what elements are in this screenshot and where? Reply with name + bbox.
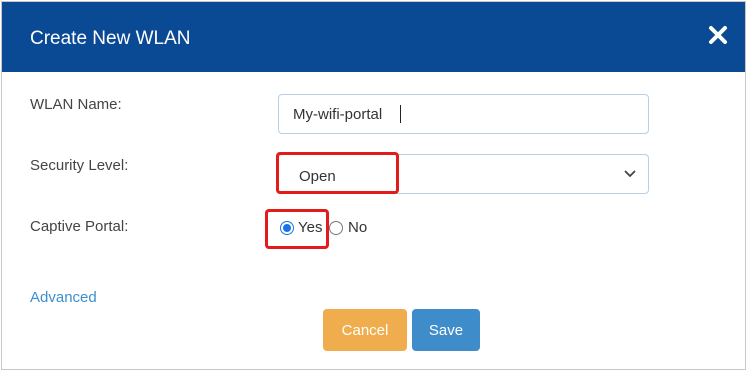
wlan-name-label: WLAN Name: bbox=[30, 96, 122, 113]
wlan-name-value: My-wifi-portal bbox=[293, 106, 383, 123]
text-cursor bbox=[400, 105, 401, 123]
captive-portal-no-label[interactable]: No bbox=[348, 219, 367, 236]
advanced-link[interactable]: Advanced bbox=[30, 289, 97, 306]
chevron-down-icon bbox=[624, 170, 636, 178]
security-level-label: Security Level: bbox=[30, 157, 129, 174]
dialog-titlebar: Create New WLAN bbox=[2, 2, 745, 72]
cancel-button[interactable]: Cancel bbox=[323, 309, 407, 351]
save-button[interactable]: Save bbox=[412, 309, 480, 351]
captive-portal-yes-radio[interactable] bbox=[280, 221, 294, 235]
close-icon[interactable] bbox=[705, 22, 731, 48]
security-level-select[interactable]: Open bbox=[278, 154, 649, 194]
wlan-name-input[interactable]: My-wifi-portal bbox=[278, 94, 649, 134]
captive-portal-yes-label[interactable]: Yes bbox=[298, 219, 322, 236]
create-wlan-dialog: Create New WLAN WLAN Name: My-wifi-porta… bbox=[1, 1, 746, 370]
security-level-value: Open bbox=[299, 168, 336, 185]
captive-portal-no-radio[interactable] bbox=[329, 221, 343, 235]
captive-portal-label: Captive Portal: bbox=[30, 218, 129, 235]
dialog-title: Create New WLAN bbox=[30, 28, 191, 49]
